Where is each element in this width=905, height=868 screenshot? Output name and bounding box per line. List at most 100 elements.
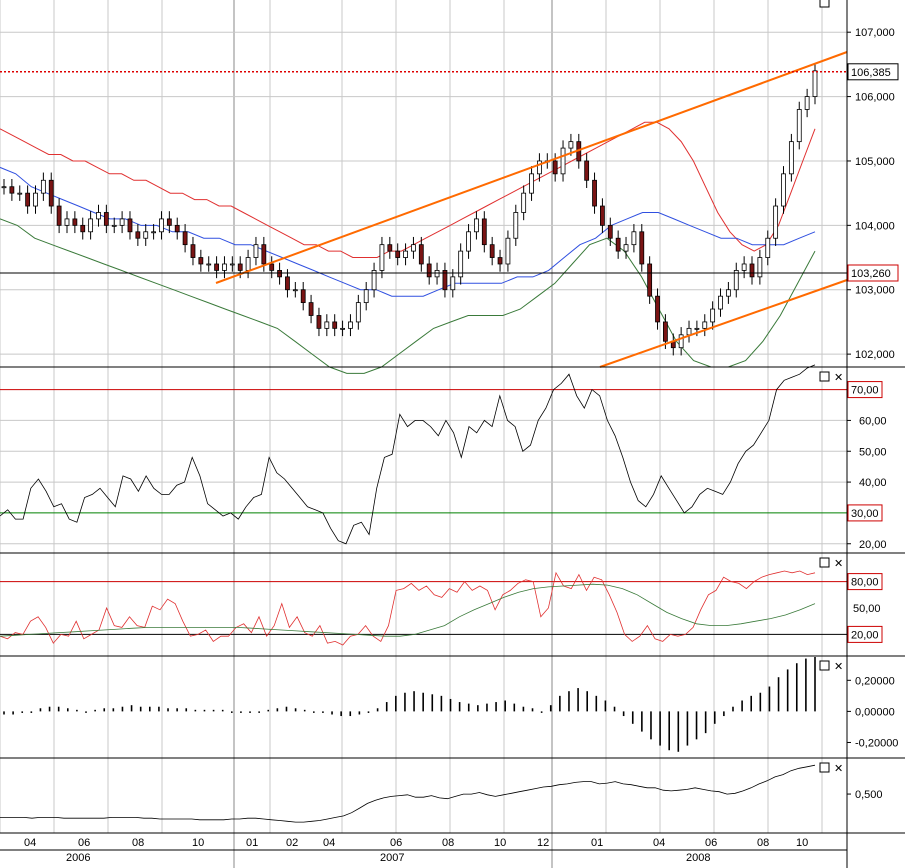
rsi-ytick-label: 50,00 <box>859 446 887 458</box>
candle-body <box>316 315 322 329</box>
momentum-panel: 0,20000 0,00000 -0,20000 ✕ <box>3 657 898 752</box>
x-month-label: 10 <box>192 837 204 849</box>
stoch-ytick-label: 50,00 <box>853 603 881 615</box>
candle-body <box>174 224 180 233</box>
x-year-label: 2008 <box>686 852 710 864</box>
cumulative-ytick-label: 0,500 <box>855 789 883 801</box>
rsi-ytick-label: 40,00 <box>859 477 887 489</box>
candle-body <box>418 244 424 265</box>
candle-body <box>474 218 479 233</box>
upper-trendline <box>215 51 848 284</box>
candle-body <box>694 327 700 330</box>
candle-body <box>198 257 204 265</box>
grid-lines <box>0 0 823 868</box>
candle-body <box>229 263 235 266</box>
candle-body <box>1 186 7 189</box>
candle-body <box>765 237 771 258</box>
panel-maximize-icon <box>819 557 830 568</box>
rsi-lower-label: 30,00 <box>851 508 879 520</box>
candle-body <box>308 302 314 316</box>
x-year-label: 2007 <box>380 852 404 864</box>
candle-body <box>537 160 542 175</box>
panel-close-icon: ✕ <box>834 372 843 384</box>
x-month-label: 06 <box>78 837 90 849</box>
candle-body <box>324 321 330 329</box>
x-month-label: 01 <box>246 837 258 849</box>
price-ytick-label: 107,000 <box>855 27 895 39</box>
candle-body <box>702 321 708 329</box>
x-month-label: 10 <box>796 837 808 849</box>
x-month-label: 12 <box>537 837 549 849</box>
candle-body <box>292 289 298 292</box>
candle-body <box>631 231 637 246</box>
axes: 04 06 08 10 01 02 04 06 08 10 12 01 04 06 08 10 2006 2007… <box>0 0 905 868</box>
candle-body <box>592 179 597 207</box>
x-month-label: 04 <box>24 837 36 849</box>
candle-body <box>127 218 133 233</box>
candle-body <box>135 231 141 239</box>
candle-body <box>143 231 149 239</box>
x-month-label: 10 <box>494 837 506 849</box>
candle-body <box>662 321 668 342</box>
momentum-ytick-label: -0,20000 <box>855 737 898 749</box>
candle-body <box>623 244 629 252</box>
candle-body <box>214 263 219 271</box>
hline-price-label: 103,260 <box>851 268 891 280</box>
rsi-ytick-label: 60,00 <box>859 415 887 427</box>
rsi-line <box>0 364 816 545</box>
candle-body <box>710 308 716 323</box>
x-month-label: 06 <box>705 837 717 849</box>
candle-body <box>466 231 471 252</box>
candle-body <box>773 205 779 239</box>
candle-body <box>206 263 212 266</box>
stochastic-panel: 80,00 50,00 20,00 ✕ <box>0 557 883 646</box>
x-month-label: 04 <box>323 837 335 849</box>
candle-body <box>686 327 692 336</box>
candle-body <box>88 218 94 233</box>
candle-body <box>741 263 747 271</box>
candle-body <box>355 302 361 323</box>
candle-body <box>159 218 164 233</box>
candle-body <box>521 192 527 213</box>
candle-body <box>237 263 243 271</box>
x-month-label: 04 <box>653 837 665 849</box>
candle-body <box>96 212 101 220</box>
rsi-upper-label: 70,00 <box>851 385 879 397</box>
candle-body <box>489 244 495 258</box>
candle-body <box>655 295 660 323</box>
x-month-label: 02 <box>286 837 298 849</box>
candle-body <box>285 276 290 291</box>
candle-body <box>25 192 31 207</box>
candle-body <box>749 263 755 278</box>
candle-body <box>647 263 653 297</box>
candle-body <box>72 218 78 226</box>
price-ytick-label: 104,000 <box>855 220 895 232</box>
stoch-d-line <box>0 583 816 637</box>
panel-maximize-icon <box>819 371 830 382</box>
candle-body <box>300 289 306 304</box>
x-month-label: 08 <box>132 837 144 849</box>
candle-body <box>513 212 519 239</box>
candle-body <box>568 141 574 149</box>
candle-body <box>615 237 621 252</box>
candle-body <box>607 224 613 239</box>
stoch-lower-label: 20,00 <box>851 629 879 641</box>
candle-body <box>757 257 763 278</box>
candle-body <box>584 160 590 181</box>
candle-body <box>434 270 440 278</box>
candle-body <box>505 237 511 265</box>
panel-close-icon: ✕ <box>834 763 843 775</box>
candle-body <box>9 186 15 194</box>
candle-body <box>182 231 188 246</box>
candle-body <box>481 218 487 246</box>
x-month-label: 08 <box>442 837 454 849</box>
candle-body <box>426 263 432 278</box>
candle-body <box>411 244 416 252</box>
stock-chart: 107,000 106,000 105,000 104,000 103,000 102,0… <box>0 0 905 868</box>
price-ytick-label: 103,000 <box>855 285 895 297</box>
candle-body <box>253 244 259 258</box>
candle-body <box>379 244 385 271</box>
candle-body <box>450 276 456 291</box>
candle-body <box>395 250 401 258</box>
price-ytick-label: 105,000 <box>855 156 895 168</box>
